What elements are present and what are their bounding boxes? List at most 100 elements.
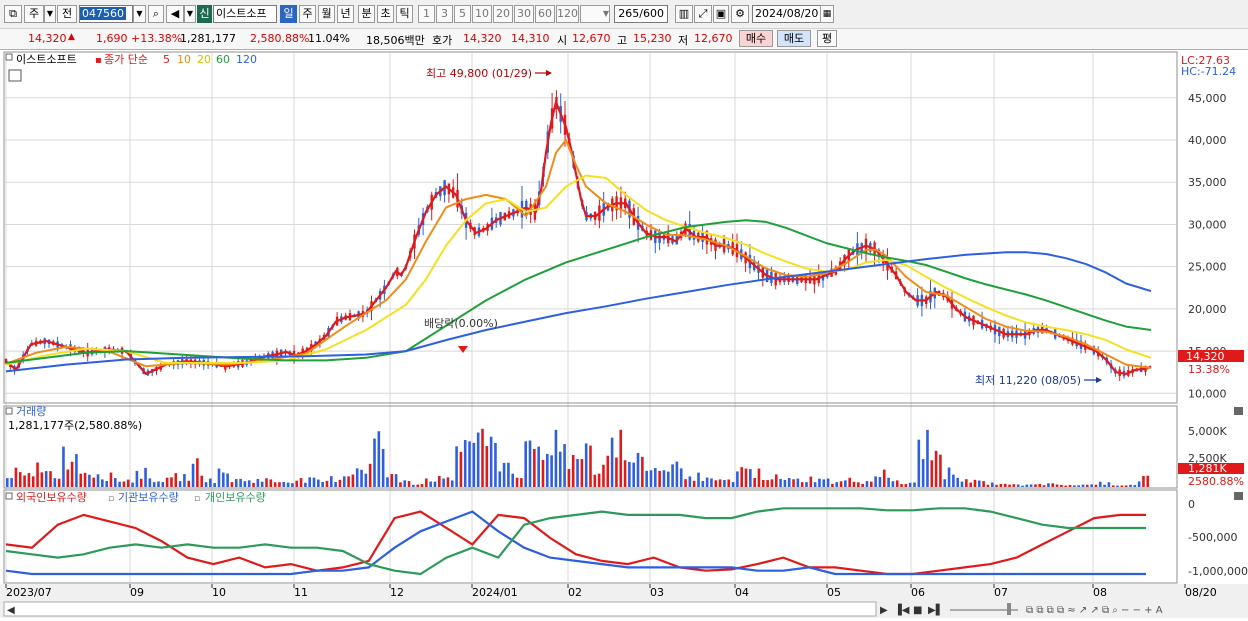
layout-icons[interactable]: ⧉ ⧉ ⧉ ⧉ ≈ ↗ ↗ ⧉ ⌕ − − + A (1026, 605, 1163, 616)
search-icon[interactable]: ⌕ (148, 5, 164, 23)
period-weekly[interactable]: 주 (299, 5, 316, 23)
volume-bar (848, 477, 851, 487)
minute-1[interactable]: 1 (418, 5, 435, 23)
count-field[interactable]: 265/600 (614, 5, 668, 23)
volume-bar (1012, 484, 1016, 487)
volume-bar (520, 478, 523, 487)
gear-icon[interactable]: ⚙ (731, 5, 749, 23)
calendar-icon[interactable]: ▦ (820, 5, 834, 23)
volume-bar (636, 452, 640, 487)
volume-bar (433, 481, 437, 487)
volume-bar (230, 482, 234, 487)
scroll-left-icon[interactable]: ◀ (7, 605, 15, 616)
volume-bar (736, 471, 739, 487)
volume-bar (368, 463, 372, 487)
volume-bar (204, 482, 208, 487)
period-yearly[interactable]: 년 (337, 5, 354, 23)
volume-bar (1055, 484, 1059, 487)
volume-bar (1038, 483, 1042, 487)
minute-60[interactable]: 60 (535, 5, 555, 23)
volume-bar (844, 480, 847, 487)
volume-bar (57, 478, 61, 487)
minute-30[interactable]: 30 (514, 5, 534, 23)
step-back-icon[interactable]: ▐◀ (894, 603, 910, 616)
volume-bar (800, 482, 804, 487)
volume-bar (407, 481, 411, 487)
volume-bar (36, 462, 39, 487)
volume-bar (1081, 484, 1085, 487)
volume-title: 거래량 (16, 405, 46, 418)
market-select[interactable]: 주 (24, 5, 44, 23)
chevron-down-icon[interactable]: ▼ (44, 5, 56, 23)
volume-bar (701, 480, 705, 487)
volume-bar (1111, 485, 1115, 487)
evaluate-button[interactable]: 평 (817, 30, 837, 47)
period-second[interactable]: 초 (377, 5, 394, 23)
volume-bar (783, 479, 787, 487)
code-dropdown-icon[interactable]: ▼ (133, 5, 146, 23)
window-icon[interactable]: ⧉ (4, 5, 22, 23)
stock-code-input[interactable]: 047560 (79, 5, 133, 23)
buy-button[interactable]: 매수 (739, 30, 773, 47)
volume-bar (913, 482, 916, 487)
volume-bar (571, 454, 575, 487)
volume-bar (191, 463, 195, 487)
volume-bar (1103, 484, 1106, 487)
horizontal-scrollbar[interactable] (3, 601, 877, 617)
volume-bar (1133, 485, 1137, 487)
volume-close-icon[interactable] (1234, 407, 1243, 415)
volume-bar (334, 482, 337, 487)
volume-bar (917, 439, 921, 487)
table-toggle-icon[interactable] (8, 69, 22, 82)
volume-bar (364, 473, 368, 487)
volume-bar (152, 482, 156, 487)
high-annotation: 최고 49,800 (01/29) (426, 67, 532, 80)
sell-button[interactable]: 매도 (777, 30, 811, 47)
volume-bar (921, 459, 925, 487)
speaker-icon[interactable]: ◀ (166, 5, 184, 23)
holding-close-icon[interactable] (1234, 492, 1243, 500)
prev-button[interactable]: 전 (57, 5, 77, 23)
volume-bar (217, 468, 221, 487)
volume-bar (291, 483, 294, 487)
minute-5[interactable]: 5 (454, 5, 471, 23)
low-annotation: 최저 11,220 (08/05) (975, 374, 1081, 387)
volume-bar (926, 429, 929, 487)
minute-120[interactable]: 120 (556, 5, 579, 23)
volume-bar (865, 481, 869, 487)
stop-icon[interactable]: ■ (913, 605, 922, 616)
x-axis-label: 11 (294, 586, 308, 599)
speaker-dropdown-icon[interactable]: ▼ (184, 5, 196, 23)
legend-separator-icon: ▫ (108, 494, 114, 504)
volume-bar (792, 479, 795, 487)
x-axis-label: 08/20 (1185, 586, 1217, 599)
minute-3[interactable]: 3 (436, 5, 453, 23)
bid-price: 14,310 (511, 32, 550, 45)
period-monthly[interactable]: 월 (318, 5, 335, 23)
volume-bar (882, 469, 886, 487)
volume-bar (908, 482, 912, 487)
volume-bar (114, 478, 117, 487)
candle-type-icon[interactable]: ▥ (675, 5, 693, 23)
volume-bar (960, 481, 964, 487)
volume-bar (658, 470, 661, 487)
minute-10[interactable]: 10 (472, 5, 492, 23)
holding-tick-500k: -500,000 (1188, 531, 1237, 544)
step-forward-icon[interactable]: ▶▌ (928, 603, 943, 616)
minute-custom-select[interactable]: ▼ (580, 5, 610, 23)
minute-20[interactable]: 20 (493, 5, 513, 23)
scroll-right-icon[interactable]: ▶ (880, 605, 888, 616)
x-axis-label: 05 (827, 586, 841, 599)
period-tick[interactable]: 틱 (396, 5, 413, 23)
volume-bar (900, 484, 903, 487)
draw-tool-icon[interactable]: ⤢ (694, 5, 712, 23)
period-daily[interactable]: 일 (280, 5, 297, 23)
stock-chart[interactable]: 이스트소프트 ▪ 종가 단순 5 10 20 60 120 LC:27.63 H… (0, 50, 1248, 621)
zoom-slider-handle[interactable] (1007, 603, 1011, 615)
volume-bar (580, 459, 584, 487)
institution-label: 기관보유수량 (118, 491, 179, 504)
low-price: 12,670 (694, 32, 733, 45)
save-icon[interactable]: ▣ (713, 5, 729, 23)
volume-bar (675, 461, 679, 487)
period-minute[interactable]: 분 (358, 5, 375, 23)
